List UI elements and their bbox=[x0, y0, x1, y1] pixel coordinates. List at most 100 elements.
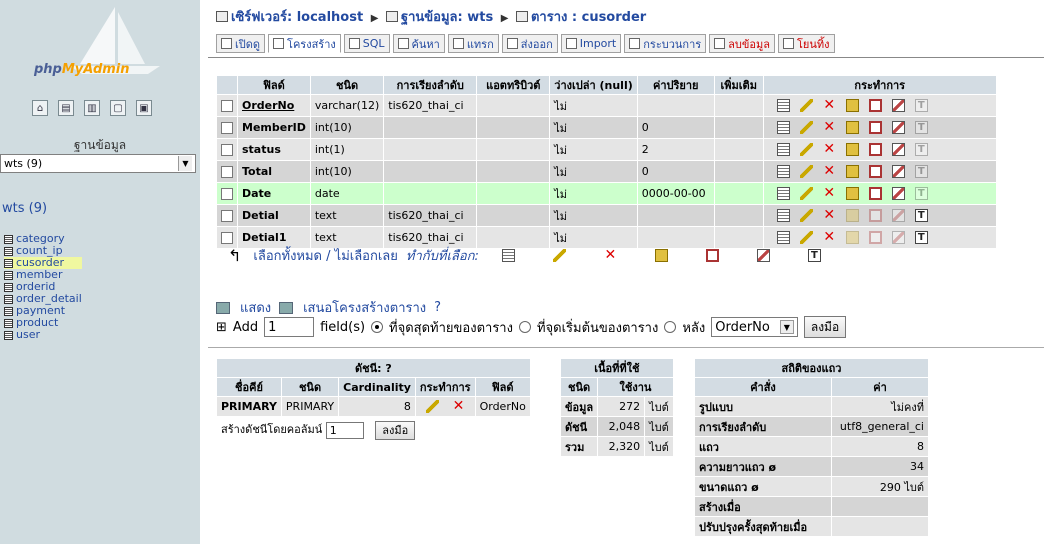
breadcrumb-server[interactable]: เซิร์ฟเวอร์: localhost bbox=[231, 10, 363, 25]
table-list-label[interactable]: user bbox=[16, 329, 40, 341]
fulltext-icon[interactable]: T bbox=[914, 143, 928, 157]
row-checkbox[interactable] bbox=[221, 210, 233, 222]
fulltext-icon[interactable]: T bbox=[914, 209, 928, 223]
tab-drop[interactable]: โยนทิ้ง bbox=[778, 34, 835, 53]
add-field-count-input[interactable]: 1 bbox=[264, 317, 315, 337]
primary-key-icon[interactable] bbox=[845, 99, 859, 113]
tab-empty[interactable]: ลบข้อมูล bbox=[709, 34, 775, 53]
index-icon[interactable] bbox=[891, 187, 905, 201]
edit-pencil-icon[interactable] bbox=[799, 143, 813, 157]
drop-x-icon[interactable]: ✕ bbox=[823, 142, 836, 156]
unique-icon[interactable] bbox=[868, 209, 882, 223]
primary-key-icon[interactable] bbox=[845, 165, 859, 179]
unique-icon[interactable] bbox=[868, 187, 882, 201]
drop-x-icon[interactable]: ✕ bbox=[823, 98, 836, 112]
at-beginning-radio[interactable] bbox=[518, 321, 531, 333]
row-checkbox[interactable] bbox=[221, 122, 233, 134]
browse-icon[interactable] bbox=[776, 187, 790, 201]
index-icon[interactable] bbox=[891, 165, 905, 179]
tab-structure[interactable]: โครงสร้าง bbox=[268, 34, 341, 53]
row-checkbox[interactable] bbox=[221, 166, 233, 178]
drop-x-icon[interactable]: ✕ bbox=[823, 120, 836, 134]
index-icon[interactable] bbox=[891, 121, 905, 135]
home-icon[interactable]: ⌂ bbox=[32, 100, 48, 116]
unique-icon[interactable] bbox=[868, 143, 882, 157]
edit-pencil-icon[interactable] bbox=[552, 249, 566, 262]
browse-icon[interactable] bbox=[776, 165, 790, 179]
index-icon[interactable] bbox=[891, 231, 905, 245]
drop-x-icon[interactable]: ✕ bbox=[823, 230, 836, 244]
fulltext-icon[interactable]: T bbox=[914, 231, 928, 245]
browse-icon[interactable] bbox=[776, 231, 790, 245]
primary-key-icon[interactable] bbox=[845, 209, 859, 223]
at-end-radio[interactable] bbox=[371, 321, 384, 333]
phpmyadmin-logo[interactable]: phpMyAdmin bbox=[34, 62, 130, 77]
edit-pencil-icon[interactable] bbox=[799, 209, 813, 223]
tab-search[interactable]: ค้นหา bbox=[392, 34, 445, 53]
drop-x-icon[interactable]: ✕ bbox=[823, 164, 836, 178]
index-icon[interactable] bbox=[756, 249, 770, 262]
tab-sql[interactable]: SQL bbox=[343, 34, 390, 53]
unique-icon[interactable] bbox=[868, 99, 882, 113]
fulltext-icon[interactable]: T bbox=[914, 165, 928, 179]
edit-pencil-icon[interactable] bbox=[799, 187, 813, 201]
after-radio[interactable] bbox=[664, 321, 677, 333]
exit-icon[interactable]: ▤ bbox=[58, 100, 74, 116]
browse-icon[interactable] bbox=[776, 143, 790, 157]
tab-operations[interactable]: กระบวนการ bbox=[624, 34, 707, 53]
unique-icon[interactable] bbox=[868, 231, 882, 245]
create-index-count-input[interactable]: 1 bbox=[325, 421, 364, 439]
row-checkbox[interactable] bbox=[221, 100, 233, 112]
unique-icon[interactable] bbox=[868, 121, 882, 135]
row-checkbox[interactable] bbox=[221, 232, 233, 244]
fulltext-icon[interactable]: T bbox=[914, 99, 928, 113]
print-view-link[interactable]: แสดง bbox=[240, 297, 271, 318]
fulltext-icon[interactable]: T bbox=[807, 249, 821, 262]
drop-x-icon[interactable]: ✕ bbox=[823, 208, 836, 222]
browse-icon[interactable] bbox=[776, 121, 790, 135]
breadcrumb-database[interactable]: ฐานข้อมูล: wts bbox=[401, 10, 493, 25]
edit-pencil-icon[interactable] bbox=[799, 165, 813, 179]
drop-x-icon[interactable]: ✕ bbox=[604, 248, 617, 262]
add-field-go-button[interactable]: ลงมือ bbox=[803, 316, 847, 338]
browse-icon[interactable] bbox=[501, 249, 515, 262]
sql-query-icon[interactable]: ▥ bbox=[84, 100, 100, 116]
breadcrumb-table[interactable]: ตาราง : cusorder bbox=[531, 10, 646, 25]
primary-key-icon[interactable] bbox=[845, 231, 859, 245]
propose-structure-link[interactable]: เสนอโครงสร้างตาราง bbox=[303, 297, 426, 318]
edit-pencil-icon[interactable] bbox=[425, 400, 439, 414]
database-select[interactable]: wts (9) ▼ bbox=[0, 154, 196, 173]
tab-export[interactable]: ส่งออก bbox=[501, 34, 558, 53]
tab-insert[interactable]: แทรก bbox=[447, 34, 499, 53]
mysql-docs-icon[interactable]: ▣ bbox=[136, 100, 152, 116]
documentation-icon[interactable]: ▢ bbox=[110, 100, 126, 116]
database-heading[interactable]: wts (9) bbox=[2, 201, 47, 216]
help-icon[interactable]: ? bbox=[434, 300, 441, 315]
browse-icon[interactable] bbox=[776, 209, 790, 223]
tab-import[interactable]: Import bbox=[560, 34, 622, 53]
help-icon[interactable]: ? bbox=[385, 362, 391, 375]
primary-key-icon[interactable] bbox=[845, 121, 859, 135]
row-checkbox[interactable] bbox=[221, 188, 233, 200]
edit-pencil-icon[interactable] bbox=[799, 121, 813, 135]
edit-pencil-icon[interactable] bbox=[799, 99, 813, 113]
fulltext-icon[interactable]: T bbox=[914, 187, 928, 201]
primary-key-icon[interactable] bbox=[654, 249, 668, 262]
create-index-go-button[interactable]: ลงมือ bbox=[375, 420, 416, 440]
check-all-link[interactable]: เลือกทั้งหมด / ไม่เลือกเลย bbox=[253, 245, 397, 266]
primary-key-icon[interactable] bbox=[845, 187, 859, 201]
browse-icon[interactable] bbox=[776, 99, 790, 113]
drop-x-icon[interactable]: ✕ bbox=[452, 399, 465, 413]
unique-icon[interactable] bbox=[868, 165, 882, 179]
primary-key-icon[interactable] bbox=[845, 143, 859, 157]
row-checkbox[interactable] bbox=[221, 144, 233, 156]
table-list-item[interactable]: user bbox=[4, 329, 82, 341]
after-field-select[interactable]: OrderNo ▼ bbox=[711, 317, 798, 337]
index-icon[interactable] bbox=[891, 143, 905, 157]
edit-pencil-icon[interactable] bbox=[799, 231, 813, 245]
unique-icon[interactable] bbox=[705, 249, 719, 262]
fulltext-icon[interactable]: T bbox=[914, 121, 928, 135]
drop-x-icon[interactable]: ✕ bbox=[823, 186, 836, 200]
index-icon[interactable] bbox=[891, 209, 905, 223]
tab-browse[interactable]: เปิดดู bbox=[216, 34, 266, 53]
